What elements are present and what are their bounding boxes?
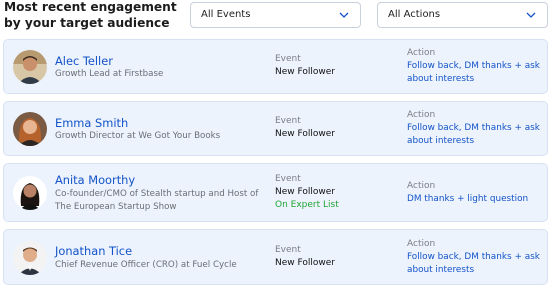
- avatar: [13, 50, 47, 84]
- action-label: Action: [407, 239, 436, 249]
- action-label: Action: [407, 48, 436, 58]
- event-value: New Follower: [275, 187, 335, 197]
- event-label: Event: [275, 174, 301, 184]
- expert-list-badge: On Expert List: [275, 200, 339, 210]
- engagement-card[interactable]: Alec Teller Growth Lead at Firstbase Eve…: [3, 39, 548, 94]
- actions-filter-select[interactable]: All Actions: [377, 2, 548, 28]
- action-link[interactable]: Follow back, DM thanks + ask about inter…: [407, 122, 542, 147]
- events-filter-select[interactable]: All Events: [190, 2, 361, 28]
- event-value: New Follower: [275, 67, 335, 77]
- action-link[interactable]: Follow back, DM thanks + ask about inter…: [407, 251, 542, 276]
- contact-name[interactable]: Anita Moorthy: [55, 173, 135, 187]
- event-value: New Follower: [275, 258, 335, 268]
- contact-name[interactable]: Emma Smith: [55, 116, 128, 130]
- contact-role: Growth Lead at Firstbase: [55, 69, 164, 79]
- event-label: Event: [275, 245, 301, 255]
- avatar: [13, 176, 47, 210]
- contact-role: Co-founder/CMO of Stealth startup and Ho…: [55, 189, 259, 212]
- action-link[interactable]: Follow back, DM thanks + ask about inter…: [407, 60, 542, 85]
- page-title: Most recent engagement by your target au…: [4, 0, 177, 30]
- action-link[interactable]: DM thanks + light question: [407, 193, 542, 206]
- event-label: Event: [275, 54, 301, 64]
- chevron-down-icon: [526, 12, 536, 18]
- chevron-down-icon: [339, 12, 349, 18]
- contact-role: Growth Director at We Got Your Books: [55, 131, 221, 141]
- action-label: Action: [407, 110, 436, 120]
- avatar: [13, 112, 47, 146]
- engagement-card[interactable]: Anita Moorthy Co-founder/CMO of Stealth …: [3, 163, 548, 222]
- contact-name[interactable]: Alec Teller: [55, 54, 113, 68]
- actions-filter-value: All Actions: [388, 9, 441, 20]
- action-label: Action: [407, 181, 436, 191]
- header: Most recent engagement by your target au…: [0, 0, 550, 36]
- engagement-card[interactable]: Emma Smith Growth Director at We Got You…: [3, 101, 548, 156]
- event-label: Event: [275, 116, 301, 126]
- event-value: New Follower: [275, 129, 335, 139]
- contact-name[interactable]: Jonathan Tice: [55, 244, 132, 258]
- contact-role: Chief Revenue Officer (CRO) at Fuel Cycl…: [55, 260, 237, 270]
- events-filter-value: All Events: [201, 9, 251, 20]
- avatar: [13, 241, 47, 275]
- engagement-card[interactable]: Jonathan Tice Chief Revenue Officer (CRO…: [3, 229, 548, 285]
